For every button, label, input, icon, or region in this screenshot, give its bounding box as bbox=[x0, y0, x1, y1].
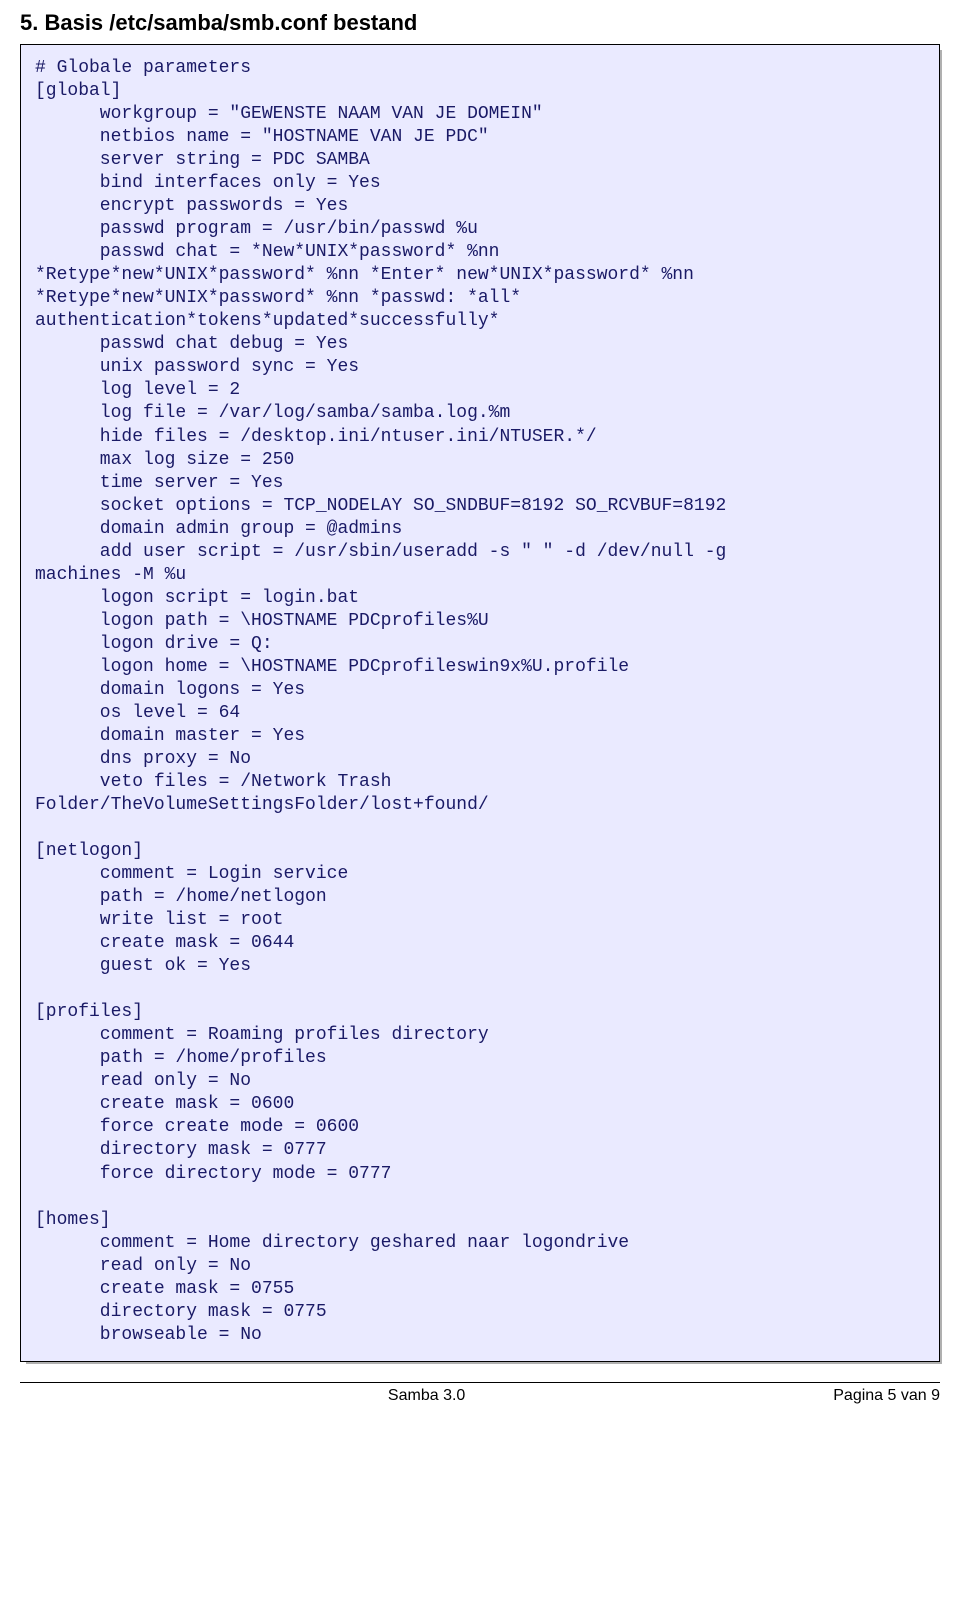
page-footer: Samba 3.0 Pagina 5 van 9 bbox=[20, 1382, 940, 1413]
footer-center: Samba 3.0 bbox=[20, 1387, 833, 1405]
code-block-container: # Globale parameters [global] workgroup … bbox=[20, 44, 940, 1362]
section-heading: 5. Basis /etc/samba/smb.conf bestand bbox=[20, 10, 940, 36]
smb-conf-code-block: # Globale parameters [global] workgroup … bbox=[20, 44, 940, 1362]
footer-right: Pagina 5 van 9 bbox=[833, 1387, 940, 1405]
